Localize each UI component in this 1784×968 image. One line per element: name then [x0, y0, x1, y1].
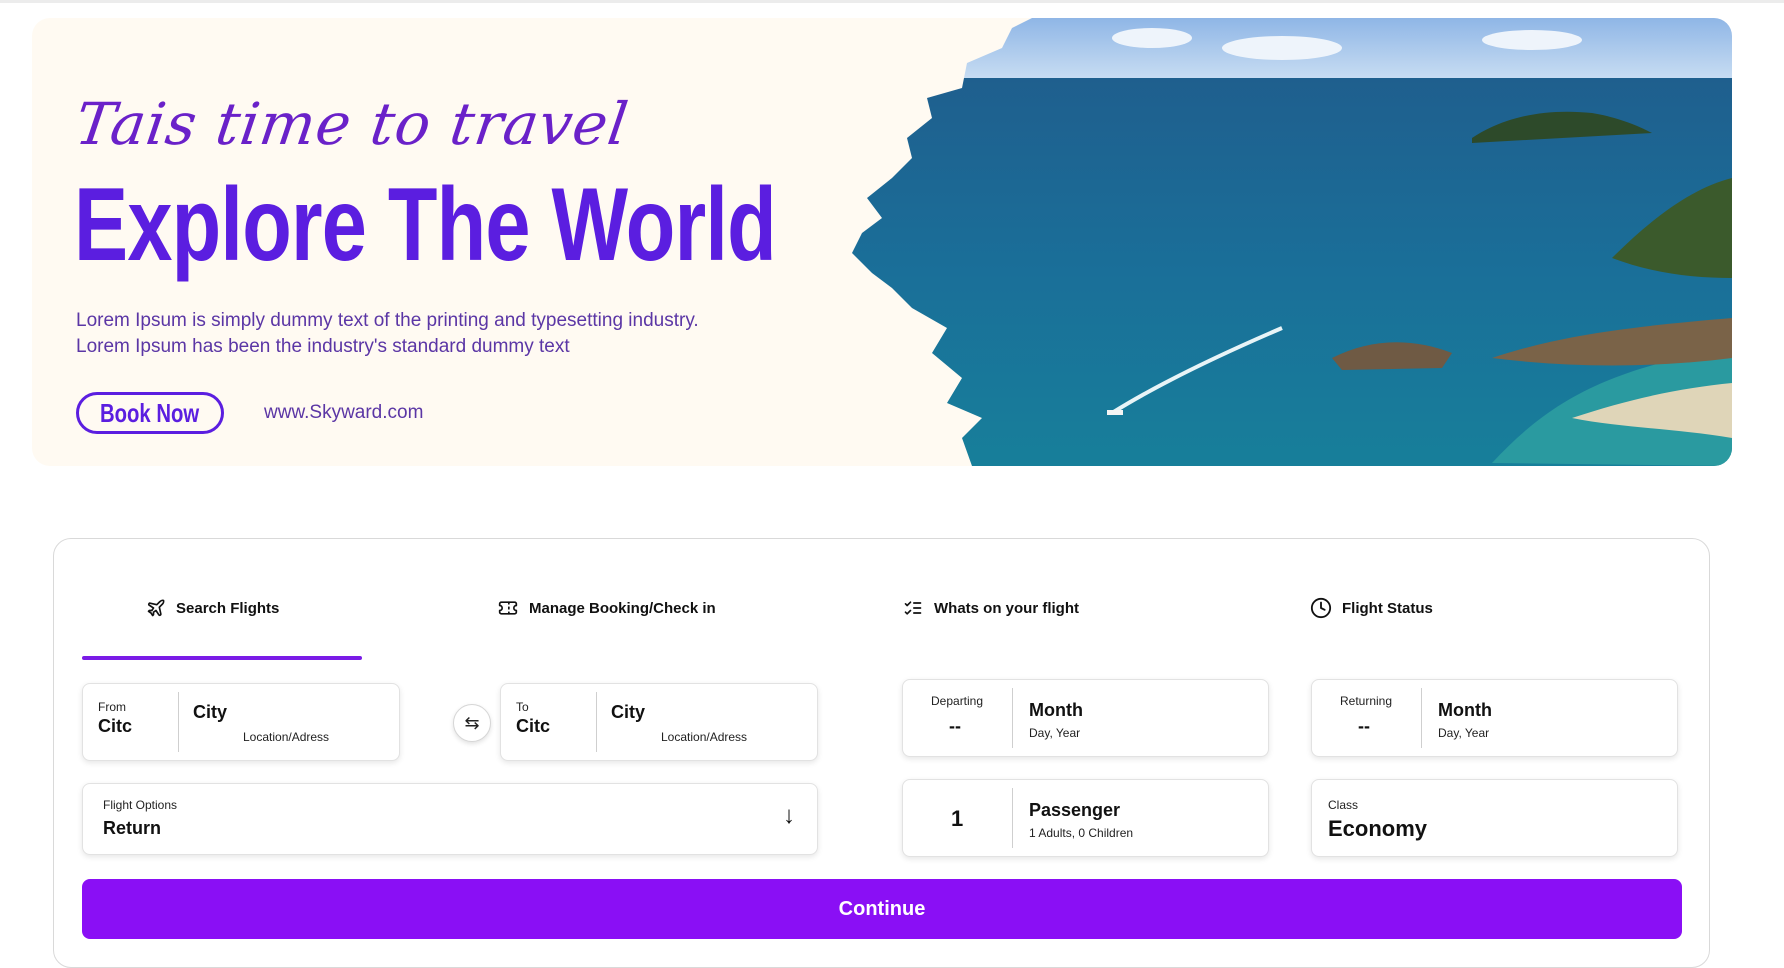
departing-label: Departing: [931, 694, 984, 708]
airplane-icon: [146, 598, 166, 618]
from-field[interactable]: From Citc City Location/Adress: [82, 683, 400, 761]
returning-sub: Day, Year: [1438, 726, 1490, 740]
passenger-count: 1: [951, 806, 964, 831]
class-label: Class: [1328, 798, 1359, 812]
departing-month: Month: [1029, 700, 1083, 720]
returning-value: --: [1358, 716, 1370, 736]
flight-booking-card: Search Flights Manage Booking/Check in W…: [53, 538, 1710, 968]
to-field[interactable]: To Citc City Location/Adress: [500, 683, 818, 761]
book-now-button[interactable]: Book Now: [76, 392, 224, 434]
from-location: Location/Adress: [243, 730, 330, 744]
flight-options-select[interactable]: Flight Options Return ↓: [82, 783, 818, 855]
to-code: Citc: [516, 716, 551, 736]
swap-arrows-icon: ⇆: [464, 712, 480, 733]
continue-button[interactable]: Continue: [82, 879, 1682, 939]
tab-label: Flight Status: [1342, 599, 1433, 617]
returning-month: Month: [1438, 700, 1492, 720]
flight-options-label: Flight Options: [103, 798, 178, 812]
checklist-icon: [902, 598, 924, 618]
passenger-divider: [1012, 788, 1013, 848]
banner-headline: Explore The World: [74, 167, 777, 283]
banner-description: Lorem Ipsum is simply dummy text of the …: [76, 308, 796, 360]
banner-description-line-1: Lorem Ipsum is simply dummy text of the …: [76, 310, 699, 331]
tab-label: Manage Booking/Check in: [529, 599, 716, 617]
tab-search-flights[interactable]: Search Flights: [146, 593, 279, 623]
active-tab-indicator: [82, 656, 362, 660]
departing-date-field[interactable]: Departing -- Month Day, Year: [902, 679, 1269, 757]
returning-date-field[interactable]: Returning -- Month Day, Year: [1311, 679, 1678, 757]
from-city: City: [193, 702, 228, 722]
arrow-down-icon: ↓: [783, 802, 795, 829]
tab-manage-booking[interactable]: Manage Booking/Check in: [497, 593, 716, 623]
passenger-label: Passenger: [1029, 800, 1121, 820]
departing-value: --: [949, 716, 961, 736]
tab-label: Whats on your flight: [934, 599, 1079, 617]
departing-divider: [1012, 688, 1013, 748]
from-code: Citc: [98, 716, 133, 736]
departing-sub: Day, Year: [1029, 726, 1081, 740]
book-now-label: Book Now: [100, 397, 200, 428]
returning-label: Returning: [1340, 694, 1393, 708]
banner-description-line-2: Lorem Ipsum has been the industry's stan…: [76, 336, 570, 357]
banner-tagline: Tais time to travel: [71, 90, 633, 158]
sea-island-photo: [852, 18, 1732, 466]
from-divider: [178, 692, 179, 752]
clock-icon: [1310, 597, 1332, 619]
passenger-field[interactable]: 1 Passenger 1 Adults, 0 Children: [902, 779, 1269, 857]
tab-label: Search Flights: [176, 599, 280, 617]
to-location: Location/Adress: [661, 730, 748, 744]
banner-website-link[interactable]: www.Skyward.com: [264, 402, 423, 424]
tab-whats-on-flight[interactable]: Whats on your flight: [902, 593, 1079, 623]
hero-banner: Tais time to travel Explore The World Lo…: [32, 18, 1732, 466]
to-city: City: [611, 702, 646, 722]
returning-divider: [1421, 688, 1422, 748]
to-divider: [596, 692, 597, 752]
passenger-sub: 1 Adults, 0 Children: [1029, 826, 1134, 840]
from-label: From: [98, 700, 126, 714]
top-border: [0, 0, 1784, 3]
to-label: To: [516, 700, 529, 714]
swap-locations-button[interactable]: ⇆: [453, 704, 491, 742]
class-field[interactable]: Class Economy: [1311, 779, 1678, 857]
ticket-icon: [497, 598, 519, 618]
flight-options-value: Return: [103, 818, 161, 838]
class-value: Economy: [1328, 816, 1428, 841]
tab-flight-status[interactable]: Flight Status: [1310, 593, 1433, 623]
